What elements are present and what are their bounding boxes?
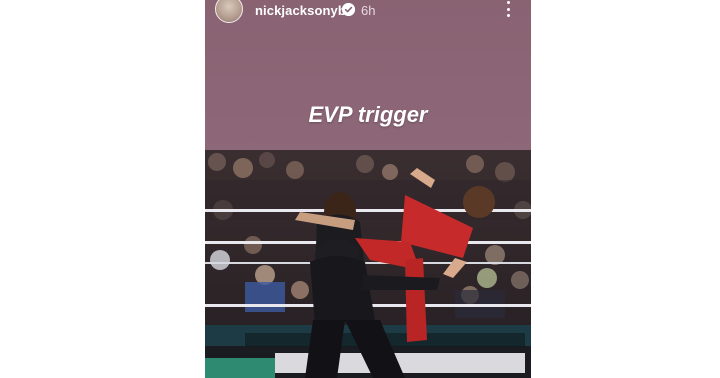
- page: nickjacksonyb 6h EVP trigger: [0, 0, 720, 378]
- story-caption: EVP trigger: [308, 102, 428, 127]
- username[interactable]: nickjacksonyb: [255, 3, 346, 18]
- wrestling-photo: [205, 150, 531, 378]
- more-options-icon[interactable]: [500, 0, 516, 18]
- instagram-story[interactable]: nickjacksonyb 6h EVP trigger: [205, 0, 531, 378]
- wrestling-photo-illustration: [205, 150, 531, 378]
- story-timestamp: 6h: [361, 3, 376, 18]
- profile-avatar[interactable]: [215, 0, 243, 23]
- verified-badge-icon: [342, 3, 355, 16]
- story-header: nickjacksonyb 6h: [205, 0, 531, 23]
